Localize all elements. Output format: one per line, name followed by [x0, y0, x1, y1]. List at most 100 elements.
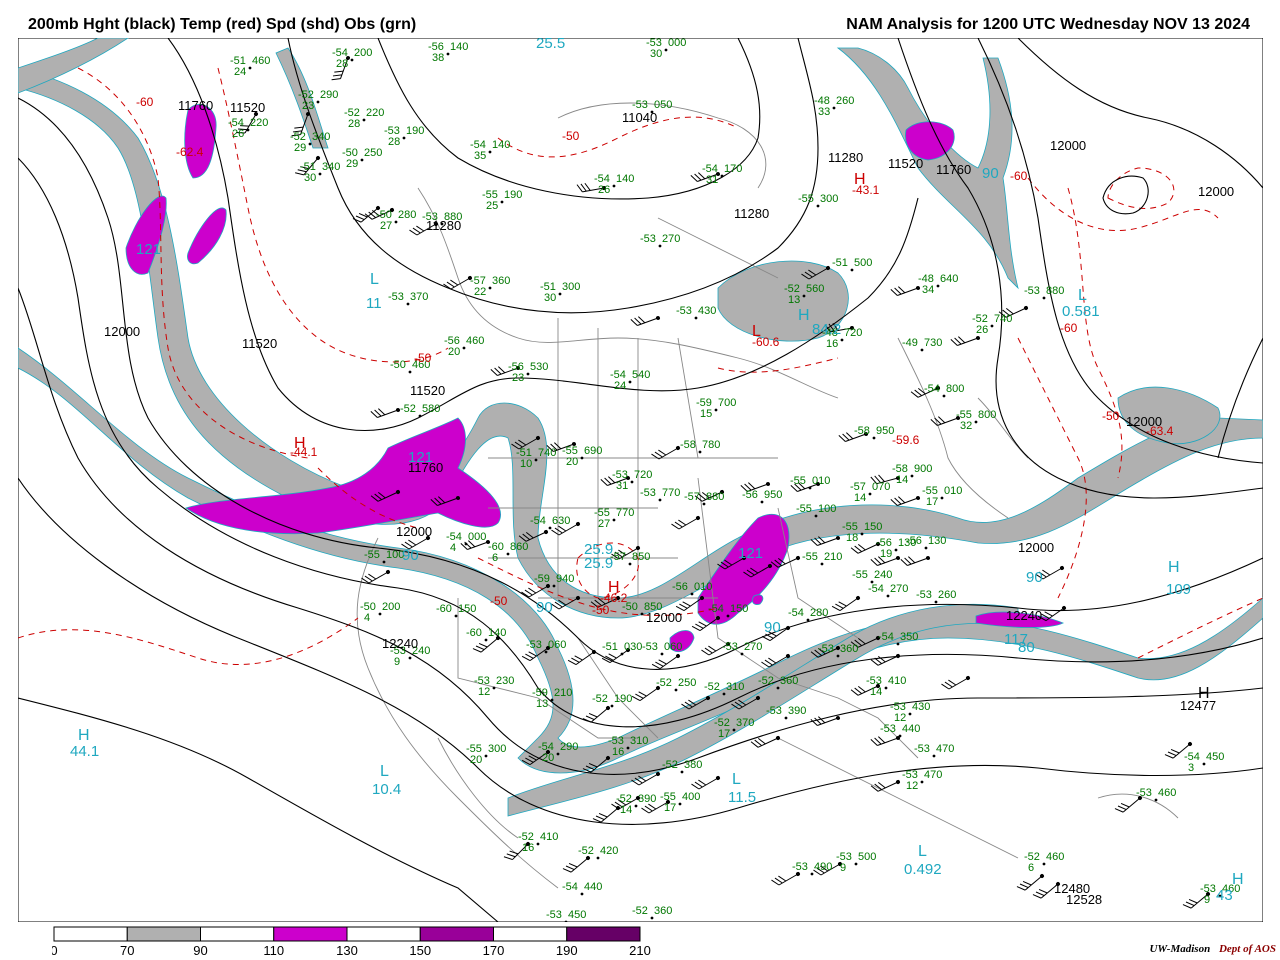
obs-dewpoint-depression: 9	[840, 862, 846, 874]
obs-height: 240	[874, 569, 892, 581]
obs-station-dot	[896, 642, 900, 646]
obs-station-dot	[552, 584, 556, 588]
obs-height: 220	[250, 117, 268, 129]
obs-temperature: -53	[766, 705, 782, 717]
obs-station-dot	[318, 172, 322, 176]
legend-tick-label: 150	[409, 943, 431, 957]
height-label: 11520	[242, 336, 277, 351]
obs-station-dot	[816, 204, 820, 208]
speed-color-legend: 0 70 90 110 130 150 170 190 210	[52, 926, 651, 957]
legend-swatch	[566, 926, 641, 942]
obs-height: 530	[530, 361, 548, 373]
obs-station-dot	[664, 48, 668, 52]
obs-station-dot	[406, 302, 410, 306]
obs-station-dot	[726, 614, 730, 618]
obs-height: 000	[468, 531, 486, 543]
obs-height: 140	[492, 139, 510, 151]
obs-dewpoint-depression: 20	[542, 752, 554, 764]
obs-station-dot	[620, 652, 624, 656]
obs-station-dot	[990, 324, 994, 328]
obs-height: 260	[938, 589, 956, 601]
obs-temperature: -53	[640, 233, 656, 245]
obs-dewpoint-depression: 17	[664, 802, 676, 814]
obs-height: 310	[726, 681, 744, 693]
height-label: 12528	[1066, 892, 1102, 907]
obs-height: 070	[872, 481, 890, 493]
speed-label: 121	[738, 545, 763, 562]
obs-height: 800	[978, 409, 996, 421]
obs-height: 150	[730, 603, 748, 615]
obs-height: 770	[616, 507, 634, 519]
obs-dewpoint-depression: 28	[348, 118, 360, 130]
height-label: 11520	[888, 156, 923, 171]
obs-station-dot	[308, 142, 312, 146]
obs-temperature: -55	[802, 551, 818, 563]
obs-temperature: -56	[906, 535, 922, 547]
obs-height: 360	[654, 905, 672, 917]
obs-station-dot	[776, 686, 780, 690]
obs-dewpoint-depression: 30	[304, 172, 316, 184]
obs-station-dot	[868, 492, 872, 496]
obs-height: 340	[322, 161, 340, 173]
obs-temperature: -53	[388, 291, 404, 303]
obs-dewpoint-depression: 16	[826, 338, 838, 350]
obs-height: 460	[466, 335, 484, 347]
speed-label: 90	[764, 619, 781, 636]
obs-station-dot	[382, 560, 386, 564]
obs-dewpoint-depression: 22	[474, 286, 486, 298]
obs-dewpoint-depression: 26	[598, 184, 610, 196]
obs-height: 630	[552, 515, 570, 527]
obs-height: 430	[912, 701, 930, 713]
obs-station-dot	[626, 746, 630, 750]
obs-station-dot	[932, 754, 936, 758]
obs-station-dot	[408, 370, 412, 374]
speed-label: 44.1	[70, 743, 99, 760]
speed-label: 90	[1026, 569, 1043, 586]
obs-height: 250	[678, 677, 696, 689]
obs-temperature: -53	[792, 861, 808, 873]
obs-height: 740	[538, 447, 556, 459]
obs-height: 450	[568, 909, 586, 921]
obs-station-dot	[732, 728, 736, 732]
obs-dewpoint-depression: 26	[976, 324, 988, 336]
obs-temperature: -59	[534, 573, 550, 585]
obs-station-dot	[680, 770, 684, 774]
obs-height: 010	[944, 485, 962, 497]
obs-height: 100	[818, 503, 836, 515]
obs-station-dot	[920, 348, 924, 352]
obs-height: 140	[616, 173, 634, 185]
obs-temperature: -54	[878, 631, 894, 643]
obs-station-dot	[454, 614, 458, 618]
obs-height: 380	[684, 759, 702, 771]
obs-dewpoint-depression: 16	[612, 746, 624, 758]
obs-height: 430	[698, 305, 716, 317]
obs-height: 280	[810, 607, 828, 619]
obs-dewpoint-depression: 27	[380, 220, 392, 232]
obs-temperature: -55	[796, 503, 812, 515]
obs-dewpoint-depression: 34	[922, 284, 934, 296]
obs-temperature: -54	[788, 607, 804, 619]
obs-station-dot	[934, 600, 938, 604]
legend-swatch	[53, 926, 128, 942]
height-label: 12240	[1006, 608, 1042, 623]
obs-station-dot	[898, 734, 902, 738]
obs-station-dot	[548, 526, 552, 530]
legend-swatch	[126, 926, 201, 942]
obs-station-dot	[894, 548, 898, 552]
legend-swatch	[493, 926, 568, 942]
temperature-label: -59.6	[892, 433, 920, 447]
obs-dewpoint-depression: 19	[880, 548, 892, 560]
obs-station-dot	[808, 486, 812, 490]
obs-station-dot	[462, 346, 466, 350]
obs-height: 410	[888, 675, 906, 687]
obs-height: 360	[780, 675, 798, 687]
legend-swatch	[273, 926, 348, 942]
height-label: 12240	[382, 636, 418, 651]
center-marker-h: H	[798, 307, 810, 324]
obs-height: 190	[614, 693, 632, 705]
speed-label: 0.581	[1062, 303, 1100, 320]
obs-dewpoint-depression: 18	[846, 532, 858, 544]
obs-station-dot	[394, 220, 398, 224]
obs-station-dot	[612, 184, 616, 188]
obs-station-dot	[886, 594, 890, 598]
